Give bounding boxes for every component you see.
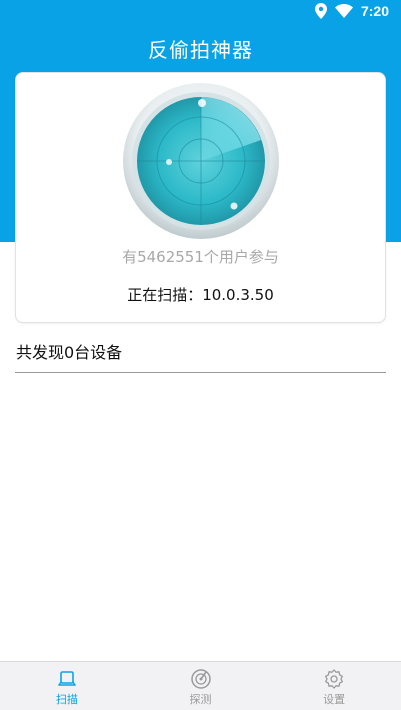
devices-found-count: 共发现0台设备 xyxy=(16,343,123,362)
bottom-nav: 扫描 探测 设置 xyxy=(0,661,401,710)
location-icon xyxy=(314,3,327,19)
status-bar: 7:20 xyxy=(0,0,401,24)
page-title: 反偷拍神器 xyxy=(148,38,253,62)
settings-icon xyxy=(325,669,344,689)
radar-card: 有5462551个用户参与 正在扫描：10.0.3.50 xyxy=(15,72,386,323)
tab-settings[interactable]: 设置 xyxy=(267,662,401,710)
tab-settings-label: 设置 xyxy=(323,693,346,706)
status-time: 7:20 xyxy=(360,3,389,19)
divider xyxy=(15,372,386,373)
scan-icon xyxy=(58,671,76,686)
scanning-status: 正在扫描：10.0.3.50 xyxy=(127,286,274,304)
tab-scan[interactable]: 扫描 xyxy=(0,662,134,710)
tab-detect-label: 探测 xyxy=(189,693,212,706)
radar-icon xyxy=(123,83,279,239)
tab-detect[interactable]: 探测 xyxy=(134,662,268,710)
tab-scan-label: 扫描 xyxy=(55,693,78,706)
wifi-icon xyxy=(334,4,353,18)
radar-graphic xyxy=(122,82,280,240)
participant-count: 有5462551个用户参与 xyxy=(122,248,279,266)
detect-icon xyxy=(190,669,211,689)
